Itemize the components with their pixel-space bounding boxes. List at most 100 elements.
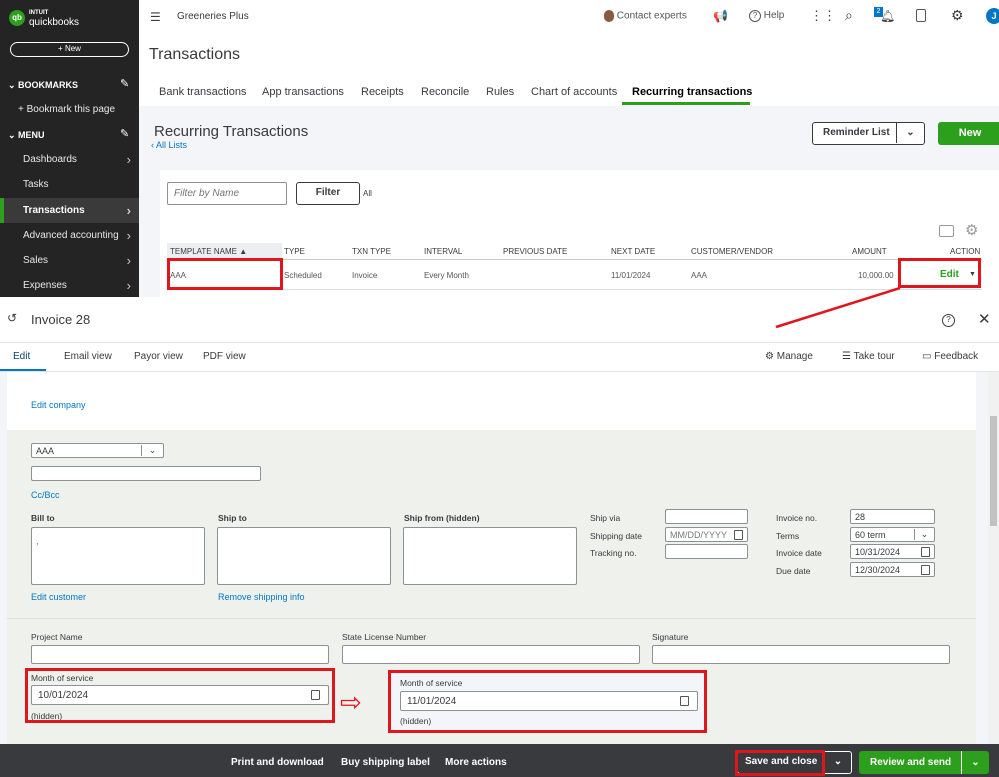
- scrollbar-thumb[interactable]: [990, 416, 997, 526]
- calendar-icon[interactable]: [734, 529, 743, 540]
- ship-from-label: Ship from (hidden): [404, 513, 480, 523]
- customer-select[interactable]: AAA ⌄: [31, 443, 164, 458]
- help-icon[interactable]: ?: [942, 314, 955, 327]
- user-avatar[interactable]: J: [986, 8, 999, 24]
- brand-line2: quickbooks: [29, 17, 80, 28]
- chevron-down-icon[interactable]: ⌄: [961, 751, 989, 774]
- apps-grid-icon[interactable]: ⋮⋮: [810, 8, 836, 24]
- qb-logo-icon: qb: [9, 10, 25, 26]
- more-actions-button[interactable]: More actions: [445, 757, 507, 768]
- reminder-list-button[interactable]: Reminder List ⌄: [812, 122, 925, 145]
- col-txn-type[interactable]: TXN TYPE: [352, 247, 391, 256]
- due-date-input[interactable]: 12/30/2024: [850, 562, 935, 577]
- cc-bcc-link[interactable]: Cc/Bcc: [31, 490, 60, 500]
- bill-to-textarea[interactable]: ,: [31, 527, 205, 585]
- edit-company-link[interactable]: Edit company: [31, 400, 86, 410]
- cell-next-date: 11/01/2024: [611, 271, 651, 280]
- manage-button[interactable]: ⚙ Manage: [765, 351, 813, 362]
- menu-header[interactable]: ⌄ MENU: [8, 130, 45, 141]
- hidden-note-after: (hidden): [400, 716, 432, 726]
- tab-rules[interactable]: Rules: [486, 86, 514, 98]
- bookmarks-header[interactable]: ⌄ BOOKMARKS: [8, 80, 78, 91]
- remove-shipping-link[interactable]: Remove shipping info: [218, 592, 305, 602]
- sidebar-item-sales[interactable]: Sales ›: [0, 248, 139, 273]
- cell-type: Scheduled: [284, 271, 322, 280]
- sidebar-item-dashboards[interactable]: Dashboards ›: [0, 147, 139, 172]
- sidebar-item-expenses[interactable]: Expenses ›: [0, 273, 139, 298]
- calendar-icon[interactable]: [680, 696, 689, 706]
- megaphone-icon[interactable]: 📢: [713, 9, 728, 23]
- active-tab-indicator: [622, 102, 750, 105]
- close-icon[interactable]: ✕: [978, 310, 991, 328]
- contact-experts[interactable]: Contact experts: [604, 10, 687, 22]
- tab-reconcile[interactable]: Reconcile: [421, 86, 469, 98]
- terms-select[interactable]: 60 term ⌄: [850, 527, 935, 542]
- feedback-icon: ▭: [922, 351, 932, 362]
- chevron-down-icon[interactable]: ⌄: [824, 752, 851, 772]
- state-license-input[interactable]: [342, 645, 640, 664]
- tab-app-transactions[interactable]: App transactions: [262, 86, 344, 98]
- take-tour-button[interactable]: ☰ Take tour: [842, 351, 895, 362]
- tasks-clipboard-icon[interactable]: [916, 9, 926, 22]
- invoice-no-input[interactable]: 28: [850, 509, 935, 524]
- shipping-date-input[interactable]: MM/DD/YYYY: [665, 527, 748, 542]
- edit-menu-icon[interactable]: ✎: [120, 127, 129, 140]
- filter-by-name-input[interactable]: [167, 182, 287, 205]
- review-and-send-button[interactable]: Review and send ⌄: [859, 751, 989, 774]
- table-settings-gear-icon[interactable]: ⚙: [965, 221, 978, 239]
- col-template-name[interactable]: TEMPLATE NAME ▲: [170, 247, 247, 256]
- col-previous-date[interactable]: PREVIOUS DATE: [503, 247, 567, 256]
- tab-email-view[interactable]: Email view: [64, 351, 112, 362]
- due-date-label: Due date: [776, 566, 811, 576]
- sidebar-item-advanced-accounting[interactable]: Advanced accounting ›: [0, 223, 139, 248]
- col-interval[interactable]: INTERVAL: [424, 247, 462, 256]
- print-icon[interactable]: [939, 225, 954, 237]
- settings-gear-icon[interactable]: ⚙: [951, 7, 964, 24]
- month-of-service-input-after[interactable]: 11/01/2024: [400, 691, 698, 711]
- edit-bookmarks-icon[interactable]: ✎: [120, 77, 129, 90]
- buy-shipping-label-button[interactable]: Buy shipping label: [341, 757, 430, 768]
- tab-bank-transactions[interactable]: Bank transactions: [159, 86, 246, 98]
- search-icon[interactable]: ⌕: [845, 7, 853, 24]
- help-button[interactable]: ? Help: [749, 10, 784, 22]
- signature-input[interactable]: [652, 645, 950, 664]
- ship-from-textarea[interactable]: [403, 527, 577, 585]
- tab-chart-of-accounts[interactable]: Chart of accounts: [531, 86, 617, 98]
- invoice-date-input[interactable]: 10/31/2024: [850, 544, 935, 559]
- tracking-no-input[interactable]: [665, 544, 748, 559]
- sidebar-item-transactions[interactable]: Transactions ›: [0, 198, 139, 223]
- customer-email-input[interactable]: [31, 466, 261, 481]
- calendar-icon[interactable]: [921, 564, 930, 575]
- filter-button[interactable]: Filter: [296, 182, 360, 205]
- all-lists-link[interactable]: ‹ All Lists: [151, 140, 187, 150]
- new-transaction-button[interactable]: New: [938, 122, 999, 145]
- notification-badge: 2: [874, 7, 883, 17]
- tab-edit[interactable]: Edit: [13, 351, 30, 362]
- feedback-button[interactable]: ▭ Feedback: [922, 351, 978, 362]
- cell-txn-type: Invoice: [352, 271, 378, 280]
- chevron-down-icon: ⌄: [896, 123, 924, 143]
- edit-customer-link[interactable]: Edit customer: [31, 592, 86, 602]
- tab-recurring-transactions[interactable]: Recurring transactions: [632, 86, 752, 98]
- tab-pdf-view[interactable]: PDF view: [203, 351, 246, 362]
- print-download-button[interactable]: Print and download: [231, 757, 324, 768]
- bookmark-this-page[interactable]: + Bookmark this page: [0, 97, 139, 122]
- ship-via-input[interactable]: [665, 509, 748, 524]
- project-name-input[interactable]: [31, 645, 329, 664]
- tab-payor-view[interactable]: Payor view: [134, 351, 183, 362]
- menu-toggle-icon[interactable]: ☰: [150, 10, 161, 24]
- new-button[interactable]: + New: [10, 42, 129, 57]
- col-type[interactable]: TYPE: [284, 247, 305, 256]
- quickbooks-logo[interactable]: qb INTUIT quickbooks: [9, 9, 80, 28]
- calendar-icon[interactable]: [921, 546, 930, 557]
- col-customer-vendor[interactable]: CUSTOMER/VENDOR: [691, 247, 773, 256]
- col-next-date[interactable]: NEXT DATE: [611, 247, 655, 256]
- sidebar: qb INTUIT quickbooks + New ⌄ BOOKMARKS ✎ …: [0, 0, 139, 297]
- ship-to-textarea[interactable]: [217, 527, 391, 585]
- cell-interval: Every Month: [424, 271, 469, 280]
- sidebar-item-tasks[interactable]: Tasks: [0, 172, 139, 197]
- history-icon[interactable]: ↺: [7, 311, 17, 325]
- scrollbar[interactable]: [988, 372, 999, 744]
- col-amount[interactable]: AMOUNT: [852, 247, 887, 256]
- tab-receipts[interactable]: Receipts: [361, 86, 404, 98]
